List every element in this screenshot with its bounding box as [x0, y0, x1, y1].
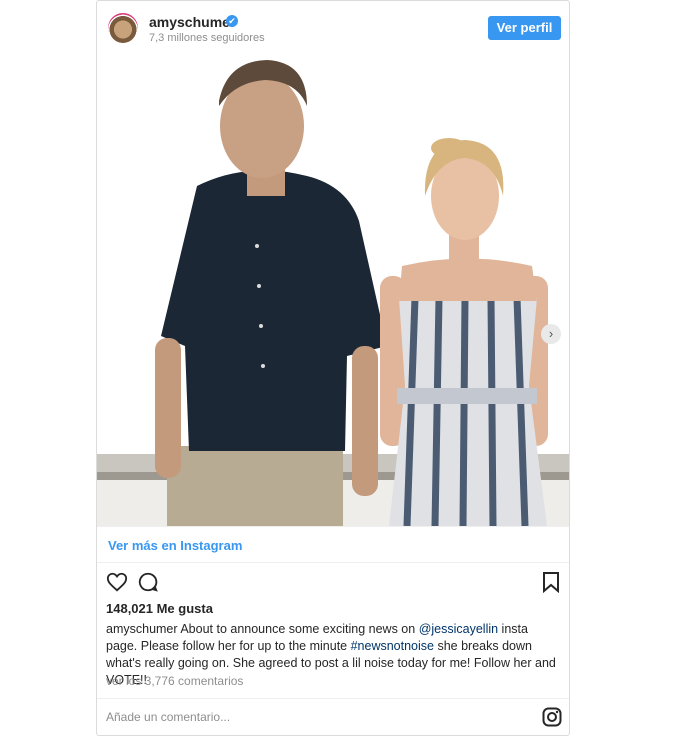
caption-text: About to announce some exciting news on: [177, 622, 419, 636]
next-photo-arrow[interactable]: ›: [541, 324, 561, 344]
caption-username[interactable]: amyschumer: [106, 622, 178, 636]
divider: [97, 698, 569, 699]
view-more-on-instagram-link[interactable]: Ver más en Instagram: [108, 538, 242, 553]
verified-badge-icon: ✔: [226, 15, 238, 27]
divider: [97, 526, 569, 527]
bookmark-icon[interactable]: [542, 571, 560, 593]
add-comment-input[interactable]: Añade un comentario...: [106, 710, 230, 724]
heart-icon[interactable]: [106, 571, 128, 593]
view-profile-button[interactable]: Ver perfil: [488, 16, 561, 40]
username[interactable]: amyschumer: [149, 14, 235, 30]
mention-link[interactable]: @jessicayellin: [419, 622, 498, 636]
divider: [97, 562, 569, 563]
instagram-embed: amyschumer ✔ 7,3 millones seguidores Ver…: [96, 0, 570, 736]
photo-illustration: [97, 60, 569, 526]
view-comments-link[interactable]: ver los 3,776 comentarios: [106, 674, 243, 688]
woman-figure: [380, 138, 548, 526]
comment-icon[interactable]: [137, 571, 159, 593]
follower-count: 7,3 millones seguidores: [149, 32, 265, 44]
like-count[interactable]: 148,021 Me gusta: [106, 601, 213, 616]
avatar[interactable]: [108, 13, 138, 43]
post-photo[interactable]: ›: [97, 46, 569, 526]
instagram-logo-icon[interactable]: [542, 707, 562, 727]
hashtag-link[interactable]: #newsnotnoise: [351, 639, 434, 653]
man-figure: [155, 60, 387, 526]
